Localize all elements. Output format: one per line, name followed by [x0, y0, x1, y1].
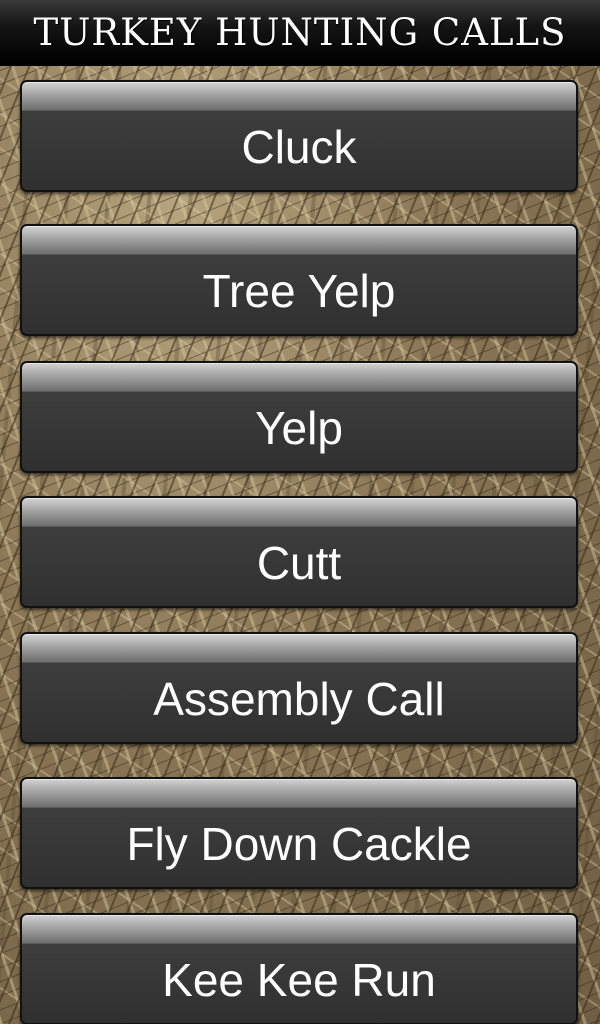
yelp-button[interactable]: Yelp: [20, 361, 578, 473]
cutt-button[interactable]: Cutt: [20, 496, 578, 608]
assembly-call-button[interactable]: Assembly Call: [20, 632, 578, 744]
kee-kee-run-button[interactable]: Kee Kee Run: [20, 913, 578, 1024]
call-label: Fly Down Cackle: [126, 818, 472, 870]
tree-yelp-button[interactable]: Tree Yelp: [20, 224, 578, 336]
call-label: Yelp: [255, 402, 343, 454]
call-list: Cluck Tree Yelp Yelp Cutt Assembly Call …: [0, 0, 600, 1024]
call-label: Assembly Call: [153, 673, 445, 725]
cluck-button[interactable]: Cluck: [20, 80, 578, 192]
fly-down-cackle-button[interactable]: Fly Down Cackle: [20, 777, 578, 889]
call-label: Tree Yelp: [202, 265, 396, 317]
call-label: Cluck: [241, 121, 357, 173]
call-label: Cutt: [256, 537, 342, 589]
call-label: Kee Kee Run: [162, 954, 436, 1006]
